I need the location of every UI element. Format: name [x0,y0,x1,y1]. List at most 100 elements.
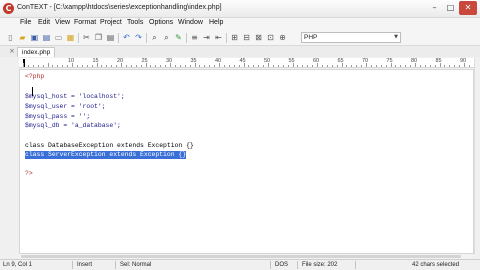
code-line-1: <?php [25,73,45,80]
ruler-tick [57,65,59,67]
ruler-tick [81,65,83,67]
save-icon[interactable]: ▣ [30,33,39,42]
menu-edit[interactable]: Edit [38,19,50,26]
redo-icon[interactable]: ↷ [134,33,143,42]
print-icon[interactable]: ▦ [66,33,75,42]
close-button[interactable]: ✕ [459,1,477,15]
status-divider [297,261,298,269]
ruler-tick [277,65,279,67]
ruler-tick [351,65,353,67]
ruler-tick [86,65,88,67]
ruler-tick [76,65,78,67]
horizontal-scrollbar-thumb[interactable] [21,255,461,258]
toolbar: ▯ ▰ ▣ ▤ ▭ ▦ ✂ ❐ ▤ ↶ ↷ ⌕ ⌕ ✎ ≡ ⇥ ⇤ ⊞ ⊟ ⊠ … [0,30,480,46]
menu-format[interactable]: Format [74,19,96,26]
ruler-number: 45 [239,58,246,64]
ruler-tick [307,65,309,67]
status-mode: Insert [77,262,93,268]
ruler-tick [62,65,64,67]
language-select[interactable]: PHP ▼ [301,32,401,43]
code-line-6: $mysql_db = 'a_database'; [25,122,121,129]
settings-icon[interactable]: ⊕ [278,33,287,42]
ruler-tick [228,65,230,67]
ruler-tick [400,65,402,67]
close-file-icon[interactable]: ▭ [54,33,63,42]
tab-index-php[interactable]: index.php [17,47,56,57]
ruler-tick [405,65,407,67]
ruler-tick [32,65,34,67]
ruler-tick [52,65,54,67]
indent-icon[interactable]: ⇥ [202,33,211,42]
status-divider [270,261,271,269]
menu-view[interactable]: View [55,19,70,26]
undo-icon[interactable]: ↶ [122,33,131,42]
toolbar-divider [146,33,147,43]
comment-icon[interactable]: ⊞ [230,33,239,42]
menu-options[interactable]: Options [149,19,173,26]
bookmark-icon[interactable]: ⊠ [254,33,263,42]
toggle-case-icon[interactable]: ≡ [190,33,199,42]
ruler-tick [346,65,348,67]
ruler-tick [444,65,446,67]
find-next-icon[interactable]: ⌕ [162,33,171,42]
language-select-value: PHP [304,34,318,41]
ruler-number: 40 [215,58,222,64]
ruler-tick [336,65,338,67]
ruler-tick [272,65,274,67]
status-divider [115,261,116,269]
ruler-tick [287,65,289,67]
new-file-icon[interactable]: ▯ [6,33,15,42]
outdent-icon[interactable]: ⇤ [214,33,223,42]
ruler-number: 70 [362,58,369,64]
maximize-button[interactable]: □ [443,1,458,15]
ruler-tick [91,65,93,67]
menu-file[interactable]: File [20,19,31,26]
close-tab-icon[interactable]: × [9,47,15,55]
ruler-tick [233,65,235,67]
replace-icon[interactable]: ✎ [174,33,183,42]
menu-window[interactable]: Window [178,19,203,26]
ruler-tick [27,65,29,67]
status-bar: Ln 9, Col 1 Insert Sel: Normal DOS File … [0,259,480,270]
ruler-tick [326,65,328,67]
menu-tools[interactable]: Tools [127,19,143,26]
ruler-tick [385,65,387,67]
ruler-tick [199,65,201,67]
code-editor[interactable]: <?php $mysql_host = 'localhost'; $mysql_… [19,69,474,254]
ruler-tick [263,65,265,67]
menu-project[interactable]: Project [100,19,122,26]
ruler-tick [155,65,157,67]
uncomment-icon[interactable]: ⊟ [242,33,251,42]
ruler-tick [101,65,103,67]
ruler-tick [380,65,382,67]
cut-icon[interactable]: ✂ [82,33,91,42]
menu-help[interactable]: Help [209,19,223,26]
find-icon[interactable]: ⌕ [150,33,159,42]
vertical-scrollbar[interactable] [474,58,480,254]
ruler-tick [468,65,470,67]
ruler-tick [410,65,412,67]
ruler-tick [258,65,260,67]
ruler-number: 50 [264,58,271,64]
status-file-size: File size: 202 [302,262,338,268]
ruler-tick [459,65,461,67]
ruler-tick [282,65,284,67]
ruler-tick [331,65,333,67]
ruler-tick [174,65,176,67]
ruler-tick [67,65,69,67]
toolbar-divider [186,33,187,43]
ruler-tick [424,65,426,67]
ruler-number: 15 [92,58,99,64]
paste-icon[interactable]: ▤ [106,33,115,42]
tab-bar: × index.php [0,46,480,57]
ruler-number: 20 [117,58,124,64]
toolbar-divider [78,33,79,43]
copy-icon[interactable]: ❐ [94,33,103,42]
toolbar-divider [226,33,227,43]
ruler-tick [135,65,137,67]
open-folder-icon[interactable]: ▰ [18,33,27,42]
minimize-button[interactable]: – [427,1,442,15]
goto-icon[interactable]: ⊡ [266,33,275,42]
ruler-tick [395,65,397,67]
save-all-icon[interactable]: ▤ [42,33,51,42]
